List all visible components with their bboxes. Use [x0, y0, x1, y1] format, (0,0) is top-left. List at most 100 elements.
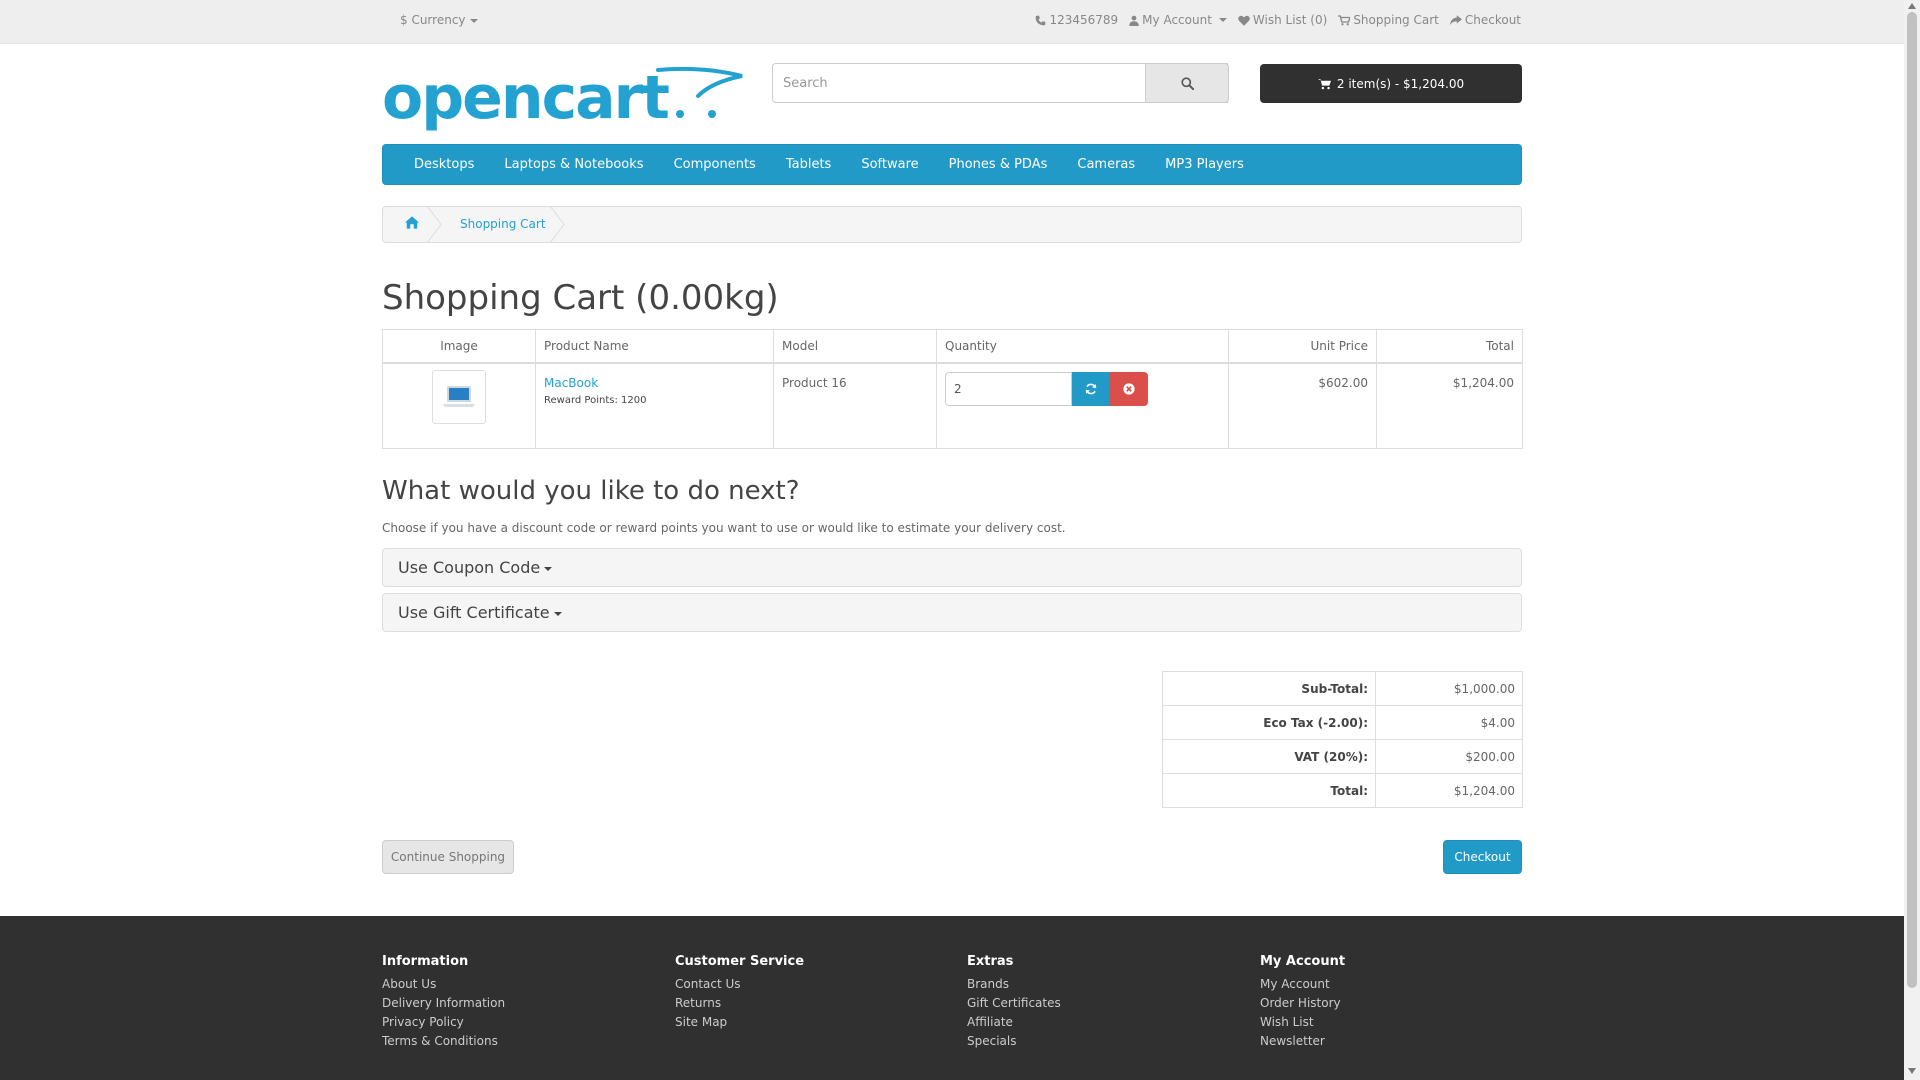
footer-my-account: My Account My Account Order History Wish…	[1260, 954, 1345, 1053]
footer-link-my-account[interactable]: My Account	[1260, 977, 1345, 991]
footer-link-affiliate[interactable]: Affiliate	[967, 1015, 1061, 1029]
caret-down-icon	[553, 611, 562, 616]
vat-label: VAT (20%):	[1162, 739, 1376, 774]
shopping-cart-link[interactable]: Shopping Cart	[1338, 13, 1439, 27]
remove-button[interactable]	[1110, 372, 1148, 406]
subtotal-label: Sub-Total:	[1162, 671, 1376, 706]
cart-table: Image Product Name Model Quantity Unit P…	[382, 329, 1523, 449]
footer-link-order-history[interactable]: Order History	[1260, 996, 1345, 1010]
caret-down-icon	[544, 566, 553, 571]
col-model: Model	[773, 329, 937, 364]
shopping-cart-label: Shopping Cart	[1353, 13, 1439, 27]
chevron-down-icon	[1218, 18, 1227, 22]
product-thumbnail[interactable]	[432, 370, 486, 424]
footer-link-newsletter[interactable]: Newsletter	[1260, 1034, 1345, 1048]
footer-heading: Extras	[967, 954, 1014, 969]
chevron-down-icon	[469, 18, 478, 23]
my-account-dropdown[interactable]: My Account	[1129, 13, 1227, 27]
reward-points: Reward Points: 1200	[544, 395, 647, 406]
coupon-label-text: Use Coupon Code	[398, 558, 541, 577]
refresh-icon	[1085, 383, 1097, 395]
footer-extras: Extras Brands Gift Certificates Affiliat…	[967, 954, 1061, 1053]
cell-image	[382, 362, 536, 449]
page-title: Shopping Cart (0.00kg)	[382, 278, 779, 318]
update-button[interactable]	[1072, 372, 1110, 406]
footer-link-site-map[interactable]: Site Map	[675, 1015, 804, 1029]
continue-shopping-button[interactable]: Continue Shopping	[382, 840, 514, 874]
footer-link-contact-us[interactable]: Contact Us	[675, 977, 804, 991]
heart-icon	[1238, 15, 1250, 26]
checkout-link[interactable]: Checkout	[1449, 13, 1521, 27]
scroll-up-arrow-icon[interactable]	[1908, 3, 1916, 9]
laptop-icon	[443, 386, 475, 407]
menu-item-tablets[interactable]: Tablets	[771, 157, 847, 172]
gift-panel-label: Use Gift Certificate	[398, 603, 562, 622]
cart-table-header: Image Product Name Model Quantity Unit P…	[382, 329, 1523, 364]
menu-item-cameras[interactable]: Cameras	[1062, 157, 1150, 172]
cart-icon	[1338, 14, 1351, 25]
vat-value: $200.00	[1375, 739, 1523, 774]
logo-text: opencart	[382, 63, 669, 133]
cart-summary-button[interactable]: 2 item(s) - $1,204.00	[1260, 64, 1522, 103]
menu-item-desktops[interactable]: Desktops	[399, 157, 489, 172]
footer-customer-service: Customer Service Contact Us Returns Site…	[675, 954, 804, 1034]
subtotal-value: $1,000.00	[1375, 671, 1523, 706]
footer-link-delivery-information[interactable]: Delivery Information	[382, 996, 505, 1010]
quantity-group	[945, 372, 1220, 406]
user-icon	[1129, 15, 1139, 26]
opencart-logo: opencart	[382, 63, 743, 133]
col-unit-price: Unit Price	[1228, 329, 1377, 364]
page: $ Currency 123456789 My Account Wish Lis…	[0, 0, 1904, 1080]
cell-product-name: MacBook Reward Points: 1200	[535, 362, 774, 449]
footer-link-brands[interactable]: Brands	[967, 977, 1061, 991]
logo[interactable]: opencart	[382, 62, 744, 137]
cell-model: Product 16	[773, 362, 937, 449]
footer-link-specials[interactable]: Specials	[967, 1034, 1061, 1048]
coupon-panel-toggle[interactable]: Use Coupon Code	[382, 548, 1522, 587]
menu-item-software[interactable]: Software	[846, 157, 933, 172]
search-icon	[1180, 76, 1194, 90]
phone-link[interactable]: 123456789	[1035, 13, 1118, 27]
close-circle-icon	[1123, 383, 1135, 395]
footer-heading: Customer Service	[675, 954, 805, 969]
currency-label: $ Currency	[400, 13, 466, 27]
phone-icon	[1036, 15, 1046, 25]
scrollbar[interactable]	[1904, 0, 1920, 1080]
col-total: Total	[1376, 329, 1523, 364]
footer-link-privacy-policy[interactable]: Privacy Policy	[382, 1015, 505, 1029]
footer-information: Information About Us Delivery Informatio…	[382, 954, 505, 1053]
totals-row: Eco Tax (-2.00): $4.00	[1162, 705, 1523, 740]
breadcrumb-shopping-cart[interactable]: Shopping Cart	[460, 217, 546, 231]
breadcrumb: Shopping Cart	[382, 206, 1522, 243]
menu-item-phones-pdas[interactable]: Phones & PDAs	[934, 157, 1063, 172]
ecotax-label: Eco Tax (-2.00):	[1162, 705, 1376, 740]
wishlist-link[interactable]: Wish List (0)	[1238, 13, 1327, 27]
search-button[interactable]	[1145, 63, 1229, 103]
share-icon	[1449, 14, 1462, 25]
main-menu: Desktops Laptops & Notebooks Components …	[382, 144, 1522, 185]
scroll-down-arrow-icon[interactable]	[1908, 1068, 1916, 1074]
grand-total-label: Total:	[1162, 773, 1376, 808]
breadcrumb-home[interactable]	[405, 216, 419, 232]
footer-link-about-us[interactable]: About Us	[382, 977, 505, 991]
product-link[interactable]: MacBook	[544, 376, 765, 390]
quantity-input[interactable]	[945, 372, 1072, 406]
scrollbar-thumb[interactable]	[1907, 12, 1917, 988]
checkout-button[interactable]: Checkout	[1443, 840, 1522, 874]
menu-item-components[interactable]: Components	[659, 157, 771, 172]
wishlist-label: Wish List (0)	[1252, 13, 1328, 27]
footer-link-returns[interactable]: Returns	[675, 996, 804, 1010]
footer-link-gift-certificates[interactable]: Gift Certificates	[967, 996, 1061, 1010]
col-image: Image	[382, 329, 536, 364]
currency-dropdown[interactable]: $ Currency	[400, 13, 478, 27]
top-links: 123456789 My Account Wish List (0) Shopp…	[1035, 13, 1521, 27]
footer-link-wish-list[interactable]: Wish List	[1260, 1015, 1345, 1029]
grand-total-value: $1,204.00	[1375, 773, 1523, 808]
gift-certificate-panel-toggle[interactable]: Use Gift Certificate	[382, 593, 1522, 632]
totals-table: Sub-Total: $1,000.00 Eco Tax (-2.00): $4.0…	[1162, 671, 1523, 808]
footer-heading: My Account	[1260, 954, 1346, 969]
footer-link-terms-conditions[interactable]: Terms & Conditions	[382, 1034, 505, 1048]
menu-item-laptops-notebooks[interactable]: Laptops & Notebooks	[489, 157, 658, 172]
checkout-top-label: Checkout	[1464, 13, 1521, 27]
menu-item-mp3-players[interactable]: MP3 Players	[1150, 157, 1259, 172]
